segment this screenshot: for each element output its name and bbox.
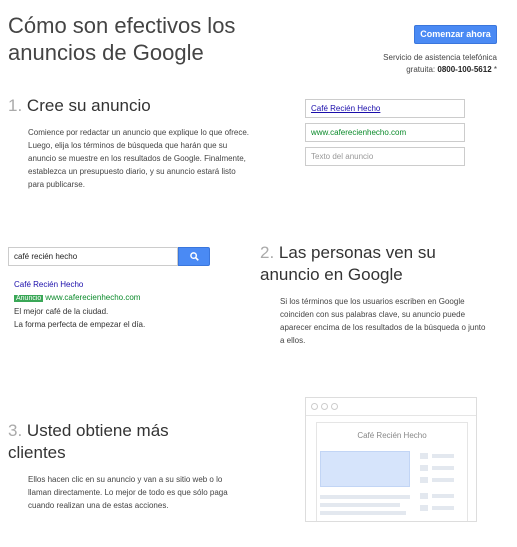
browser-mockup: Café Recién Hecho [305,397,477,522]
website-preview: Café Recién Hecho [316,422,468,521]
browser-toolbar [306,398,476,416]
support-prefix: gratuita: [406,65,438,74]
support-line: Servicio de asistencia telefónica [383,53,497,62]
website-sidebar-block [420,505,428,511]
window-dot-icon [311,403,318,410]
ad-preview: Café Recién Hecho Anuncio www.caferecienh… [14,278,145,331]
start-now-button[interactable]: Comenzar ahora [414,25,497,44]
ad-preview-url-line: Anuncio www.caferecienhecho.com [14,291,145,305]
support-info: Servicio de asistencia telefónica gratui… [383,52,497,76]
step-2-heading: 2. Las personas ven su anuncio en Google [260,242,490,286]
ad-url-field[interactable]: www.caferecienhecho.com [305,123,465,142]
website-sidebar-line [432,454,454,458]
website-text-line [320,495,410,499]
website-sidebar-line [432,494,454,498]
window-dot-icon [321,403,328,410]
website-text-line [320,511,406,515]
search-button[interactable] [178,247,210,266]
ad-preview-url: www.caferecienhecho.com [45,293,141,302]
step-1-title: Cree su anuncio [26,96,151,115]
step-1-number: 1. [8,96,23,115]
step-2-title: Las personas ven su anuncio en Google [260,243,436,284]
website-sidebar-block [420,465,428,471]
ad-preview-line-1: El mejor café de la ciudad. [14,307,109,316]
step-3-title: Usted obtiene más clientes [8,421,169,462]
website-sidebar-block [420,477,428,483]
support-phone-line: gratuita: 0800-100-5612 * [383,64,497,76]
step-3-heading: 3. Usted obtiene más clientes [8,420,223,464]
magnifier-icon [190,252,199,261]
website-sidebar-block [420,493,428,499]
ad-title-field[interactable]: Café Recién Hecho [305,99,465,118]
support-phone[interactable]: 0800-100-5612 [437,65,491,74]
support-suffix: * [491,65,497,74]
ad-preview-title[interactable]: Café Recién Hecho [14,278,145,291]
ad-text-field[interactable]: Texto del anuncio [305,147,465,166]
website-sidebar-block [420,453,428,459]
website-sidebar-line [432,478,454,482]
ad-preview-line-2: La forma perfecta de empezar el día. [14,320,146,329]
ad-badge: Anuncio [14,295,44,302]
website-sidebar-line [432,506,454,510]
page-title: Cómo son efectivos los anuncios de Googl… [8,13,236,65]
step-1-description: Comience por redactar un anuncio que exp… [28,128,250,189]
window-dot-icon [331,403,338,410]
step-3-number: 3. [8,421,23,440]
step-3-description: Ellos hacen clic en su anuncio y van a s… [28,475,228,510]
website-sidebar-line [432,466,454,470]
step-2-description: Si los términos que los usuarios escribe… [280,297,486,345]
search-input[interactable]: café recién hecho [8,247,178,266]
website-hero-image [320,451,410,487]
website-text-line [320,503,400,507]
website-name: Café Recién Hecho [357,431,427,440]
step-2-number: 2. [260,243,275,262]
step-1-heading: 1. Cree su anuncio [8,95,248,117]
